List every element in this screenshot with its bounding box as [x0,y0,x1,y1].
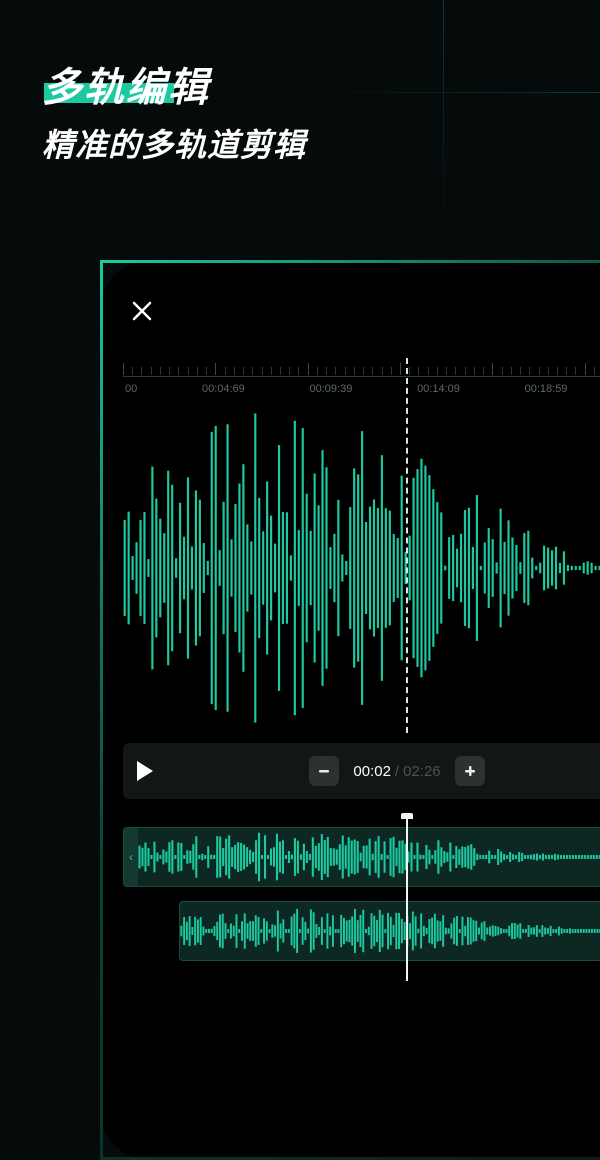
phone-mockup: 导 0000:04:6900:09:3900:14:0900:18:5900:2… [100,260,600,1160]
audio-track-2[interactable] [179,901,600,961]
tracks-playhead[interactable] [406,819,408,981]
ruler-label: 00:14:09 [417,383,460,395]
current-time: 00:02 [353,763,391,780]
ruler-label: 00:04:69 [202,383,245,395]
close-button[interactable] [123,292,161,334]
close-icon [131,300,153,322]
track-list: ‹ [123,827,600,961]
hero-title: 多轨编辑 [42,55,210,113]
main-waveform[interactable] [123,413,600,723]
step-forward-button[interactable] [455,756,485,786]
minus-icon [317,764,331,778]
playhead-indicator[interactable] [406,358,408,733]
step-back-button[interactable] [309,756,339,786]
play-button[interactable] [137,761,153,781]
plus-icon [463,764,477,778]
editor-top-bar: 导 [123,293,600,333]
track-trim-handle-left[interactable]: ‹ [124,828,138,886]
ruler-label: 00:18:59 [525,383,568,395]
title-text: 多轨编辑 [42,55,210,113]
time-display: 00:02 / 02:26 [353,763,440,780]
time-separator: / [395,763,399,780]
ruler-label: 00:09:39 [310,383,353,395]
hero-subtitle: 精准的多轨道剪辑 [42,120,306,166]
playback-controls: 00:02 / 02:26 [123,743,600,799]
total-time: 02:26 [403,763,441,780]
timeline-ruler[interactable]: 0000:04:6900:09:3900:14:0900:18:5900:23:… [123,363,600,403]
audio-track-1[interactable]: ‹ [123,827,600,887]
ruler-label: 00 [125,383,137,395]
